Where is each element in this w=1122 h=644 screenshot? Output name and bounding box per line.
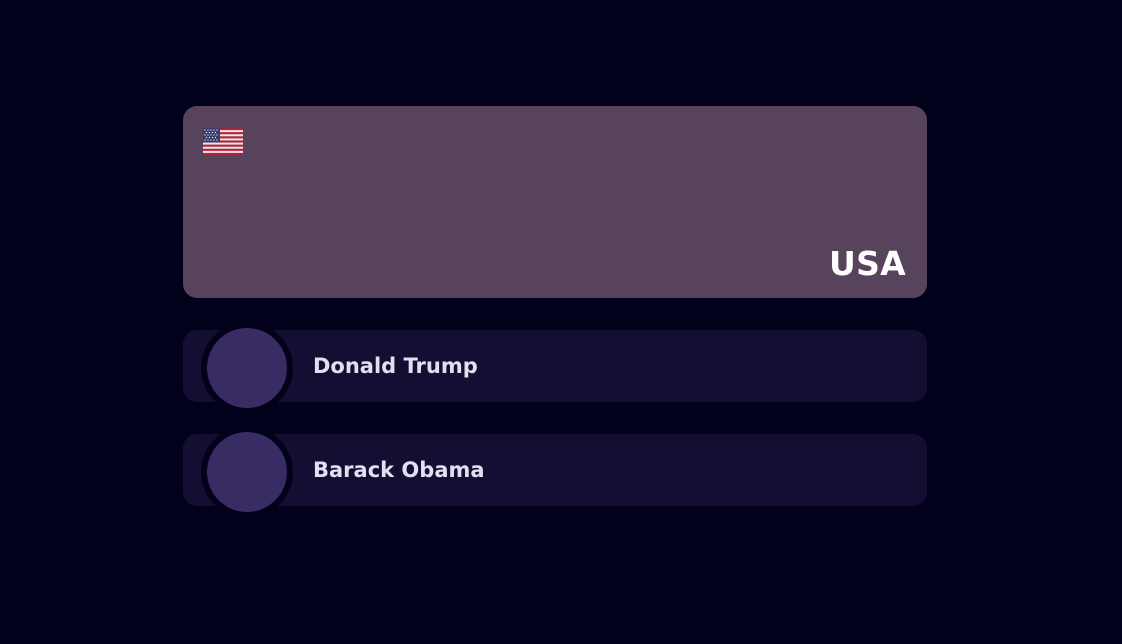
country-card: USA: [183, 106, 927, 298]
person-row-barack-obama[interactable]: Barack Obama: [183, 426, 927, 518]
person-name: Barack Obama: [313, 458, 485, 482]
person-row-donald-trump[interactable]: Donald Trump: [183, 322, 927, 414]
person-name: Donald Trump: [313, 354, 478, 378]
country-name: USA: [828, 244, 906, 283]
us-flag-icon: [203, 128, 243, 155]
avatar: [201, 426, 293, 518]
avatar: [201, 322, 293, 414]
